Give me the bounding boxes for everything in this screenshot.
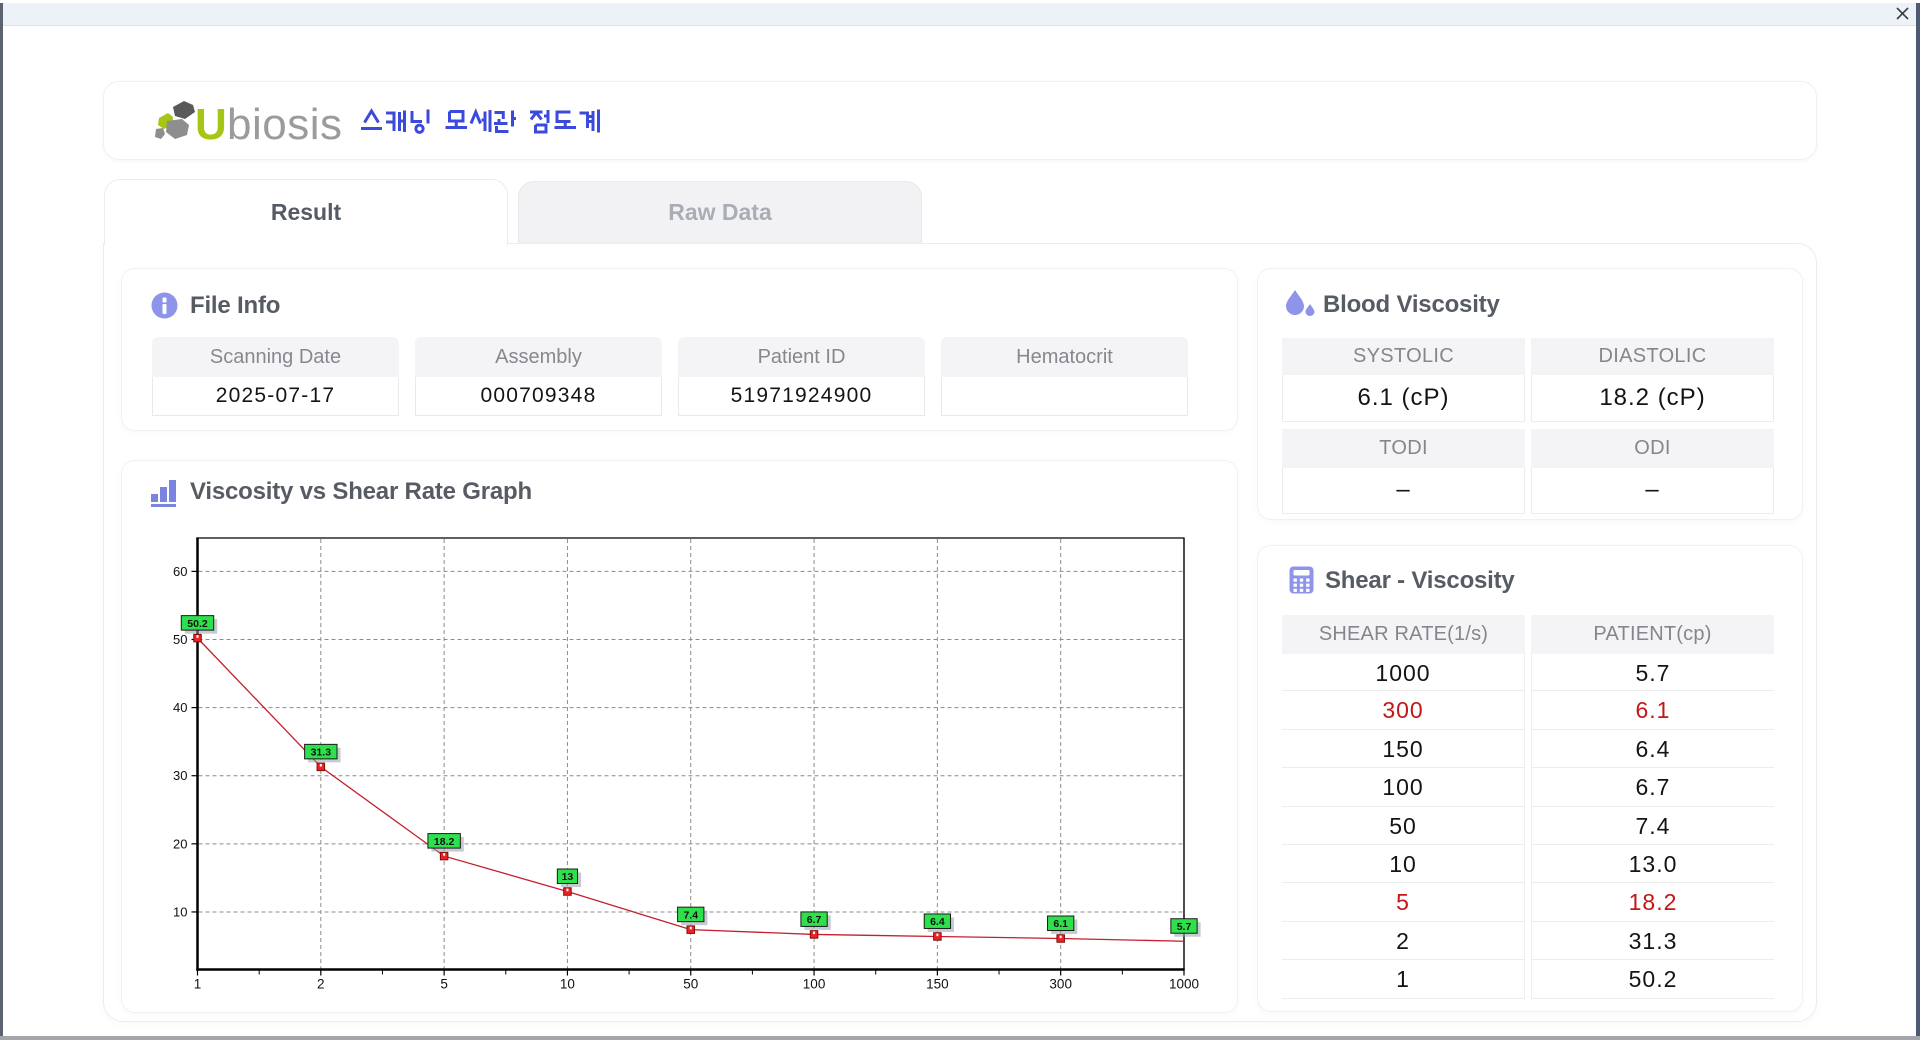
svg-text:6.1: 6.1 — [1053, 918, 1068, 930]
blood-viscosity-card: Blood Viscosity SYSTOLIC DIASTOLIC 6.1 (… — [1257, 268, 1803, 520]
svg-text:5: 5 — [440, 977, 448, 992]
field-assembly: Assembly 000709348 — [415, 337, 662, 416]
tab-raw-data[interactable]: Raw Data — [518, 181, 922, 243]
shear-rate-cell: 5 — [1282, 883, 1525, 922]
svg-text:30: 30 — [173, 768, 187, 783]
svg-text:50: 50 — [683, 977, 698, 992]
field-hematocrit: Hematocrit — [941, 337, 1188, 416]
patient-cell: 13.0 — [1531, 844, 1774, 884]
shear-rate-cell: 150 — [1282, 729, 1525, 769]
patient-cell: 6.4 — [1531, 729, 1774, 769]
patient-column-header: PATIENT(cp) — [1531, 615, 1774, 653]
shear-rate-cell: 300 — [1282, 691, 1525, 730]
svg-text:18.2: 18.2 — [434, 836, 455, 848]
ubiosis-logo: U biosis — [149, 95, 394, 154]
patient-cell: 6.1 — [1531, 691, 1774, 730]
svg-text:10: 10 — [560, 977, 575, 992]
blood-drops-icon — [1286, 290, 1315, 317]
svg-text:10: 10 — [173, 904, 187, 919]
field-label: Patient ID — [678, 337, 925, 377]
window-border-right — [1916, 3, 1920, 1040]
field-value — [941, 377, 1188, 416]
shear-rate-column-header: SHEAR RATE(1/s) — [1282, 615, 1525, 653]
svg-text:40: 40 — [173, 700, 187, 715]
window-border-bottom — [0, 1036, 1920, 1040]
svg-text:13: 13 — [562, 871, 574, 883]
app-title-korean — [359, 107, 639, 142]
diastolic-value: 18.2 (cP) — [1531, 375, 1774, 422]
svg-text:150: 150 — [926, 977, 949, 992]
systolic-value: 6.1 (cP) — [1282, 375, 1525, 422]
svg-text:31.3: 31.3 — [311, 747, 332, 759]
info-icon — [151, 292, 178, 319]
logo-letter-u: U — [195, 100, 227, 149]
window-titlebar — [0, 3, 1920, 26]
logo-letters-biosis: biosis — [227, 100, 343, 149]
svg-text:1: 1 — [194, 977, 202, 992]
svg-text:50.2: 50.2 — [187, 618, 208, 630]
svg-text:5.7: 5.7 — [1177, 921, 1192, 933]
patient-cell: 50.2 — [1531, 960, 1774, 999]
field-label: Hematocrit — [941, 337, 1188, 377]
shear-rate-cell: 100 — [1282, 768, 1525, 807]
shear-viscosity-table: SHEAR RATE(1/s) PATIENT(cp) 1000 5.7 300 6.… — [1282, 615, 1774, 999]
window-border-left — [0, 3, 3, 1036]
svg-text:300: 300 — [1049, 977, 1072, 992]
close-button[interactable] — [1892, 3, 1916, 26]
shear-viscosity-title: Shear - Viscosity — [1325, 567, 1515, 594]
field-patient-id: Patient ID 51971924900 — [678, 337, 925, 416]
shear-rate-cell: 10 — [1282, 844, 1525, 884]
ubiosis-logo-icon — [155, 101, 195, 139]
shear-viscosity-card: Shear - Viscosity SHEAR RATE(1/s) PATIEN… — [1257, 545, 1803, 1012]
calculator-icon — [1289, 566, 1314, 594]
todi-header: TODI — [1282, 429, 1525, 468]
shear-rate-cell: 50 — [1282, 806, 1525, 845]
patient-cell: 18.2 — [1531, 883, 1774, 922]
svg-text:2: 2 — [317, 977, 325, 992]
shear-rate-cell: 2 — [1282, 921, 1525, 961]
svg-text:6.7: 6.7 — [807, 914, 822, 926]
file-info-title: File Info — [190, 292, 281, 319]
field-value: 51971924900 — [678, 377, 925, 416]
shear-rate-cell: 1 — [1282, 960, 1525, 999]
header-card: U biosis — [103, 81, 1817, 160]
svg-text:1000: 1000 — [1169, 977, 1199, 992]
patient-cell: 5.7 — [1531, 653, 1774, 692]
blood-viscosity-table-2: TODI ODI – – — [1282, 429, 1774, 514]
systolic-header: SYSTOLIC — [1282, 338, 1525, 375]
patient-cell: 6.7 — [1531, 768, 1774, 807]
todi-value: – — [1282, 468, 1525, 514]
diastolic-header: DIASTOLIC — [1531, 338, 1774, 375]
patient-cell: 31.3 — [1531, 921, 1774, 961]
close-icon — [1896, 7, 1909, 20]
svg-text:100: 100 — [803, 977, 826, 992]
viscosity-graph-card: Viscosity vs Shear Rate Graph 10 20 30 40 50… — [121, 460, 1238, 1013]
field-label: Assembly — [415, 337, 662, 377]
field-value: 2025-07-17 — [152, 377, 399, 416]
tab-result[interactable]: Result — [104, 179, 508, 245]
svg-text:7.4: 7.4 — [683, 909, 698, 921]
svg-text:60: 60 — [173, 564, 187, 579]
field-label: Scanning Date — [152, 337, 399, 377]
odi-header: ODI — [1531, 429, 1774, 468]
blood-viscosity-table-1: SYSTOLIC DIASTOLIC 6.1 (cP) 18.2 (cP) — [1282, 338, 1774, 422]
odi-value: – — [1531, 468, 1774, 514]
patient-cell: 7.4 — [1531, 806, 1774, 845]
blood-viscosity-title: Blood Viscosity — [1323, 291, 1500, 318]
field-value: 000709348 — [415, 377, 662, 416]
svg-text:20: 20 — [173, 836, 187, 851]
shear-rate-cell: 1000 — [1282, 653, 1525, 692]
svg-text:50: 50 — [173, 632, 187, 647]
svg-text:6.4: 6.4 — [930, 916, 945, 928]
field-scanning-date: Scanning Date 2025-07-17 — [152, 337, 399, 416]
viscosity-chart: 10 20 30 40 50 60 1 2 5 10 50 100 150 300 1000 50.2 31.3… — [173, 537, 1201, 992]
file-info-card: File Info Scanning Date 2025-07-17 Assem… — [121, 268, 1238, 431]
